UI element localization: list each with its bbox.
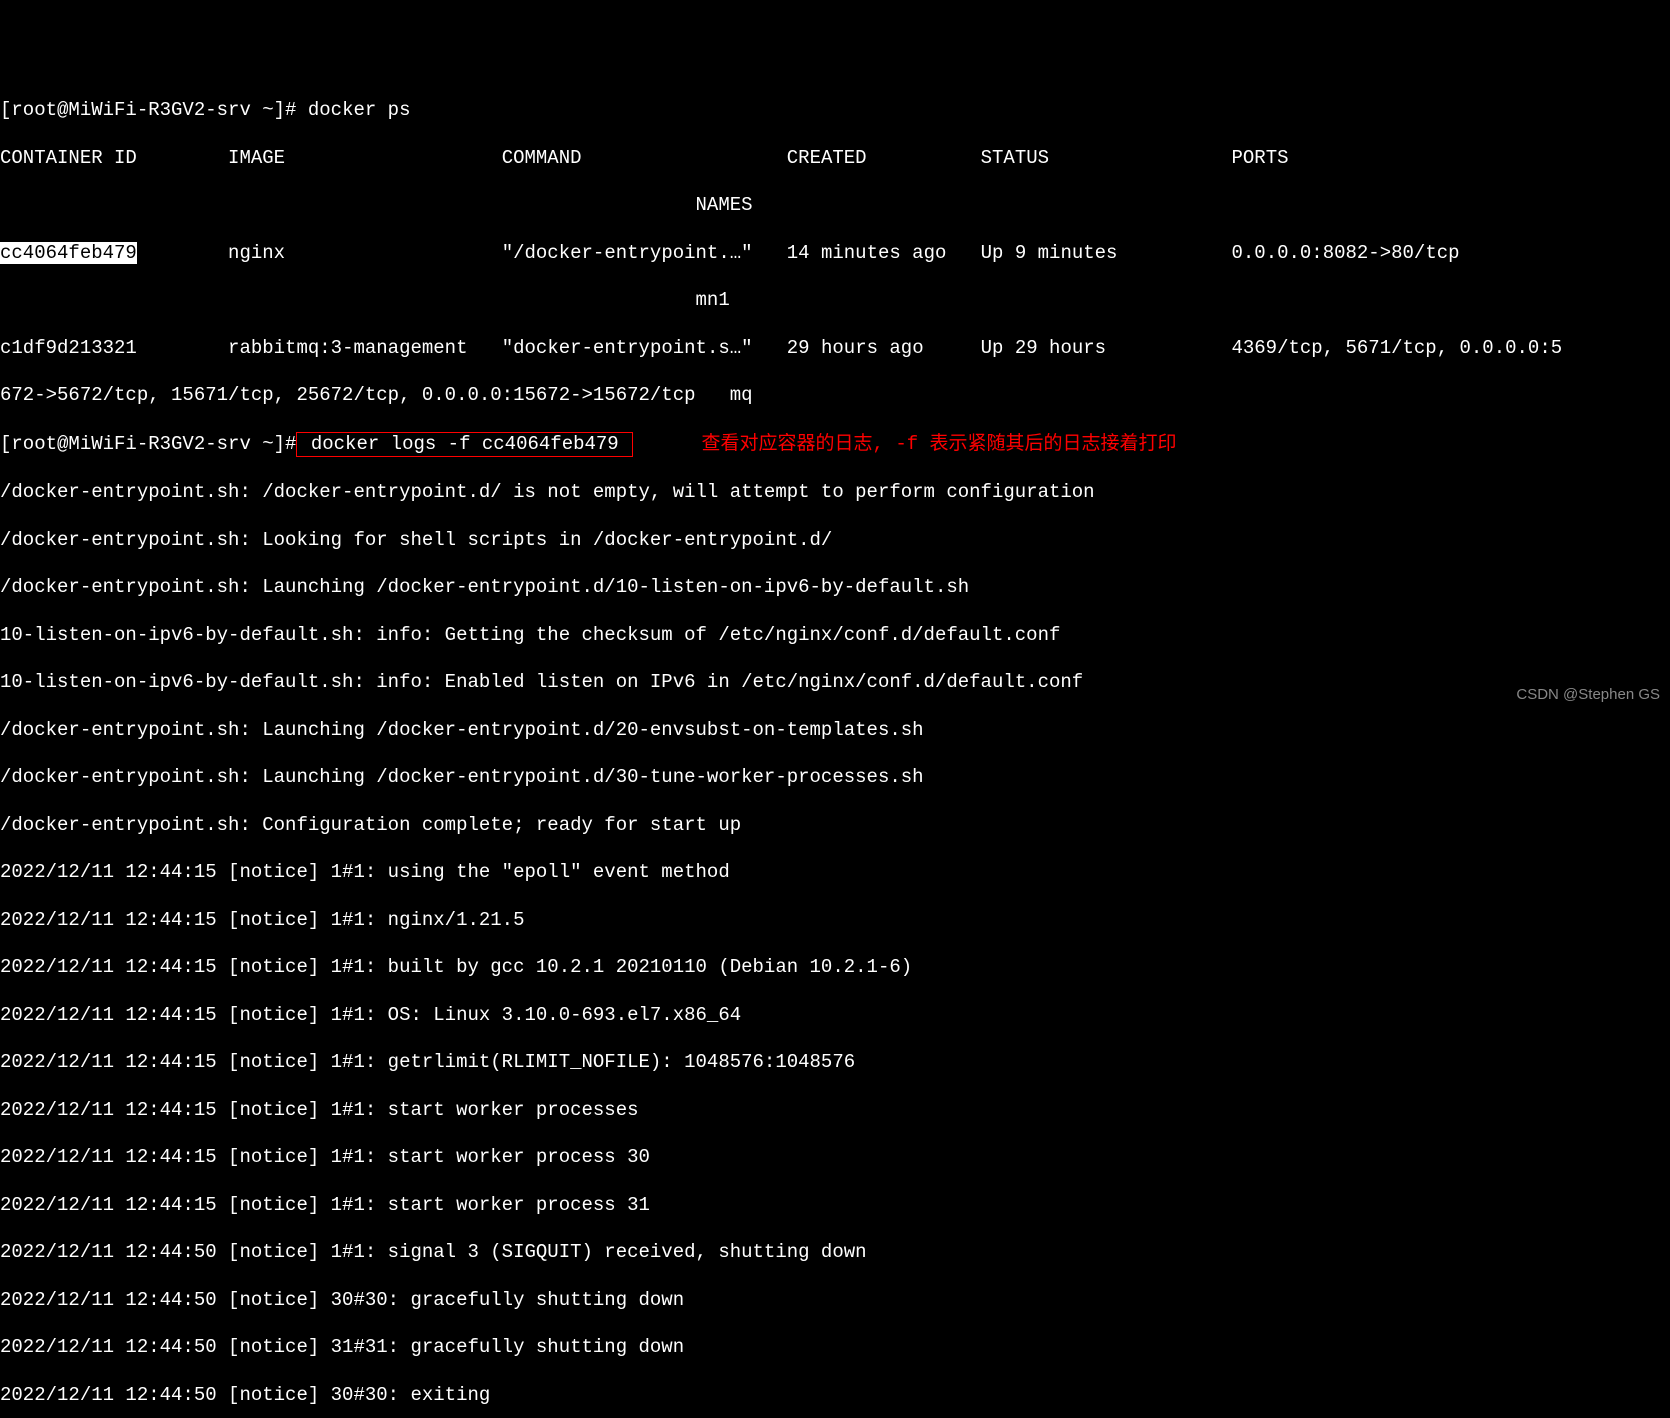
table-row: cc4064feb479 nginx "/docker-entrypoint.…… bbox=[0, 242, 1670, 266]
log-line: 2022/12/11 12:44:15 [notice] 1#1: using … bbox=[0, 861, 1670, 885]
shell-prompt: [root@MiWiFi-R3GV2-srv ~]# bbox=[0, 99, 308, 121]
shell-prompt: [root@MiWiFi-R3GV2-srv ~]# bbox=[0, 433, 296, 455]
table-row: c1df9d213321 rabbitmq:3-management "dock… bbox=[0, 337, 1670, 361]
command-docker-logs: docker logs -f cc4064feb479 bbox=[299, 433, 630, 455]
log-line: /docker-entrypoint.sh: Configuration com… bbox=[0, 814, 1670, 838]
command-docker-ps: docker ps bbox=[308, 99, 411, 121]
row1-ports: 0.0.0.0:8082->80/tcp bbox=[1231, 242, 1459, 264]
log-line: 2022/12/11 12:44:50 [notice] 31#31: grac… bbox=[0, 1336, 1670, 1360]
log-line: 2022/12/11 12:44:15 [notice] 1#1: OS: Li… bbox=[0, 1004, 1670, 1028]
log-line: /docker-entrypoint.sh: Launching /docker… bbox=[0, 719, 1670, 743]
log-line: /docker-entrypoint.sh: Looking for shell… bbox=[0, 529, 1670, 553]
table-row-wrap: 672->5672/tcp, 15671/tcp, 25672/tcp, 0.0… bbox=[0, 384, 1670, 408]
row1-status: Up 9 minutes bbox=[981, 242, 1118, 264]
hdr-ports: PORTS bbox=[1231, 147, 1288, 169]
log-line: 2022/12/11 12:44:50 [notice] 30#30: exit… bbox=[0, 1384, 1670, 1408]
log-line: 2022/12/11 12:44:15 [notice] 1#1: nginx/… bbox=[0, 909, 1670, 933]
log-line: 2022/12/11 12:44:15 [notice] 1#1: start … bbox=[0, 1194, 1670, 1218]
log-line: 2022/12/11 12:44:15 [notice] 1#1: start … bbox=[0, 1099, 1670, 1123]
table-row-names-1: mn1 bbox=[0, 289, 1670, 313]
hdr-image: IMAGE bbox=[228, 147, 285, 169]
log-line: 10-listen-on-ipv6-by-default.sh: info: G… bbox=[0, 624, 1670, 648]
row2-ports-1: 4369/tcp, 5671/tcp, 0.0.0.0:5 bbox=[1231, 337, 1562, 359]
hdr-created: CREATED bbox=[787, 147, 867, 169]
row2-status: Up 29 hours bbox=[981, 337, 1106, 359]
table-header-line-2: NAMES bbox=[0, 194, 1670, 218]
log-line: 10-listen-on-ipv6-by-default.sh: info: E… bbox=[0, 671, 1670, 695]
prompt-line-1[interactable]: [root@MiWiFi-R3GV2-srv ~]# docker ps bbox=[0, 99, 1670, 123]
row2-command: "docker-entrypoint.s…" bbox=[502, 337, 753, 359]
hdr-names: NAMES bbox=[696, 194, 753, 216]
row1-created: 14 minutes ago bbox=[787, 242, 947, 264]
command-docker-logs-boxed: docker logs -f cc4064feb479 bbox=[296, 432, 633, 458]
annotation-text: 查看对应容器的日志, -f 表示紧随其后的日志接着打印 bbox=[702, 433, 1177, 455]
row2-created: 29 hours ago bbox=[787, 337, 924, 359]
row2-ports-wrap: 672->5672/tcp, 15671/tcp, 25672/tcp, 0.0… bbox=[0, 384, 753, 406]
log-line: 2022/12/11 12:44:50 [notice] 30#30: grac… bbox=[0, 1289, 1670, 1313]
hdr-container-id: CONTAINER ID bbox=[0, 147, 137, 169]
log-line: /docker-entrypoint.sh: Launching /docker… bbox=[0, 766, 1670, 790]
hdr-command: COMMAND bbox=[502, 147, 582, 169]
log-line: 2022/12/11 12:44:15 [notice] 1#1: getrli… bbox=[0, 1051, 1670, 1075]
row2-image: rabbitmq:3-management bbox=[228, 337, 467, 359]
log-line: /docker-entrypoint.sh: Launching /docker… bbox=[0, 576, 1670, 600]
container-id-highlighted[interactable]: cc4064feb479 bbox=[0, 242, 137, 264]
table-header-line: CONTAINER ID IMAGE COMMAND CREATED STATU… bbox=[0, 147, 1670, 171]
log-line: 2022/12/11 12:44:15 [notice] 1#1: start … bbox=[0, 1146, 1670, 1170]
hdr-status: STATUS bbox=[981, 147, 1049, 169]
row1-image: nginx bbox=[228, 242, 285, 264]
watermark: CSDN @Stephen GS bbox=[1516, 686, 1660, 705]
prompt-line-2[interactable]: [root@MiWiFi-R3GV2-srv ~]# docker logs -… bbox=[0, 432, 1670, 458]
log-line: 2022/12/11 12:44:50 [notice] 1#1: signal… bbox=[0, 1241, 1670, 1265]
row1-names: mn1 bbox=[696, 289, 730, 311]
row1-command: "/docker-entrypoint.…" bbox=[502, 242, 753, 264]
log-line: /docker-entrypoint.sh: /docker-entrypoin… bbox=[0, 481, 1670, 505]
row2-id: c1df9d213321 bbox=[0, 337, 137, 359]
log-line: 2022/12/11 12:44:15 [notice] 1#1: built … bbox=[0, 956, 1670, 980]
